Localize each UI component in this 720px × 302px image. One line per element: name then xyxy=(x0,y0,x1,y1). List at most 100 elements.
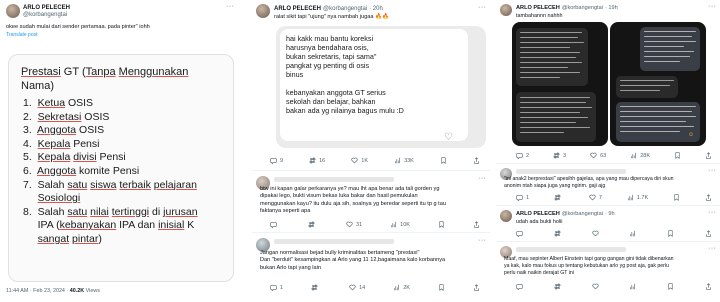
share-button[interactable] xyxy=(473,221,480,228)
translate-link[interactable]: Translate post xyxy=(6,32,38,39)
avatar[interactable] xyxy=(500,4,512,16)
more-options-icon[interactable]: ··· xyxy=(478,237,487,244)
author-name[interactable]: ARLO PELECEH xyxy=(516,211,560,217)
views-button[interactable]: 28K xyxy=(630,152,650,159)
like-button[interactable] xyxy=(592,230,599,237)
retweet-icon xyxy=(554,283,561,290)
tweet-time[interactable]: · 20h xyxy=(369,6,383,12)
retweet-button[interactable]: 16 xyxy=(309,157,325,164)
bookmark-icon xyxy=(675,152,680,159)
retweet-button[interactable] xyxy=(308,221,318,228)
like-count: 1K xyxy=(361,157,369,164)
retweet-button[interactable] xyxy=(311,284,321,291)
views-button[interactable]: 33K xyxy=(394,157,414,164)
retweet-button[interactable] xyxy=(554,230,561,237)
views-button[interactable]: 2K xyxy=(393,284,410,291)
like-count: 7 xyxy=(598,194,602,201)
share-icon xyxy=(474,284,479,291)
more-options-icon[interactable]: ··· xyxy=(478,4,487,11)
tweet-time[interactable]: · 9h xyxy=(605,211,615,217)
like-button[interactable] xyxy=(592,283,599,290)
reply-line: Jangan normalisasi bejad bully kriminali… xyxy=(260,250,420,256)
views-button[interactable]: 1.7K xyxy=(627,194,648,201)
author-handle[interactable]: @korbangengtai xyxy=(23,12,67,18)
author-name[interactable]: ARLO PELECEH xyxy=(23,5,70,11)
bookmark-button[interactable] xyxy=(674,152,681,159)
more-options-icon[interactable]: ··· xyxy=(226,3,235,10)
more-options-icon[interactable]: ··· xyxy=(708,167,717,174)
views-button[interactable] xyxy=(629,230,636,237)
bookmark-button[interactable] xyxy=(667,230,674,237)
like-button[interactable]: 7 xyxy=(589,194,602,201)
author-name-text: ARLO PELECEH xyxy=(23,5,71,11)
author-handle[interactable]: @korbangengtai xyxy=(562,211,603,217)
reply-button[interactable]: 2 xyxy=(516,152,529,159)
retweet-button[interactable]: 3 xyxy=(553,152,566,159)
list-item: 6. Anggota komite Pensi xyxy=(23,164,140,177)
reply-button[interactable]: 9 xyxy=(270,157,283,164)
author-handle[interactable]: @korbangengtai xyxy=(323,6,367,12)
tweet-time[interactable]: · 19h xyxy=(605,5,618,11)
reply-author-redacted[interactable] xyxy=(274,239,394,244)
like-button[interactable]: 63 xyxy=(590,152,606,159)
views-button[interactable]: 10K xyxy=(390,221,410,228)
reply-text: Jangan normalisasi bejad bully kriminali… xyxy=(260,250,445,272)
tweet-timestamp[interactable]: 11:44 AM · Feb 23, 2024 · xyxy=(6,288,70,294)
tweet-text: ralat sikit tapi "ujung" nya nambah juga… xyxy=(274,14,389,20)
reply-author-redacted[interactable] xyxy=(516,169,626,174)
message-text: hai kakk mau bantu koreksi harusnya bend… xyxy=(286,34,404,115)
reply-button[interactable] xyxy=(516,283,523,290)
reply-button[interactable]: 1 xyxy=(270,284,283,291)
tweet-actions xyxy=(516,230,712,237)
like-button[interactable]: 1K xyxy=(351,157,368,164)
like-button[interactable]: 14 xyxy=(349,284,365,291)
more-options-icon[interactable]: ··· xyxy=(478,175,487,182)
divider xyxy=(252,232,490,233)
reply-line: anonim ntah siapa juga yang ngirim. gaji… xyxy=(504,182,606,189)
author-handle[interactable]: @korbangengtai xyxy=(562,5,603,11)
author-name[interactable]: ARLO PELECEH xyxy=(274,6,321,12)
reply-button[interactable] xyxy=(516,230,523,237)
retweet-button[interactable] xyxy=(554,194,564,201)
bookmark-button[interactable] xyxy=(667,283,674,290)
more-options-icon[interactable]: ··· xyxy=(708,245,717,252)
retweet-button[interactable] xyxy=(554,283,561,290)
like-button[interactable]: 31 xyxy=(346,221,362,228)
views-button[interactable] xyxy=(629,283,636,290)
bookmark-button[interactable] xyxy=(438,284,445,291)
reply-author-redacted[interactable] xyxy=(516,247,626,252)
share-button[interactable] xyxy=(705,152,712,159)
share-button[interactable] xyxy=(473,284,480,291)
share-button[interactable] xyxy=(473,157,480,164)
more-options-icon[interactable]: ··· xyxy=(708,209,717,216)
reply-button[interactable]: 1 xyxy=(516,194,529,201)
retweet-icon xyxy=(553,152,560,159)
like-count: 31 xyxy=(356,221,363,228)
reply-icon xyxy=(516,195,523,201)
reply-author-redacted[interactable] xyxy=(274,177,394,182)
author-name[interactable]: ARLO PELECEH xyxy=(516,5,560,11)
reply-button[interactable] xyxy=(270,221,280,228)
views-icon xyxy=(631,152,637,159)
avatar[interactable] xyxy=(500,210,512,222)
reply-count: 9 xyxy=(280,157,284,164)
attached-image[interactable] xyxy=(512,22,608,146)
share-button[interactable] xyxy=(705,194,712,201)
views-icon xyxy=(630,230,636,237)
divider xyxy=(496,163,720,164)
bookmark-button[interactable] xyxy=(438,221,445,228)
avatar[interactable] xyxy=(6,4,20,18)
attached-image[interactable]: Prestasi GT (Tanpa Menggunakan Nama) 1. K… xyxy=(8,54,234,282)
avatar[interactable] xyxy=(256,4,270,18)
attached-image[interactable]: ☺ xyxy=(610,22,706,146)
bookmark-button[interactable] xyxy=(440,157,447,164)
tweet-panel-right: ARLO PELECEH @korbangengtai · 19h ··· tamb… xyxy=(496,0,720,302)
more-options-icon[interactable]: ··· xyxy=(708,3,717,10)
share-button[interactable] xyxy=(705,230,712,237)
bookmark-button[interactable] xyxy=(673,194,680,201)
tweet-actions: 2 3 63 28K xyxy=(516,152,712,159)
attached-image[interactable]: hai kakk mau bantu koreksi harusnya bend… xyxy=(276,26,486,148)
heart-icon xyxy=(589,194,596,201)
share-button[interactable] xyxy=(705,283,712,290)
